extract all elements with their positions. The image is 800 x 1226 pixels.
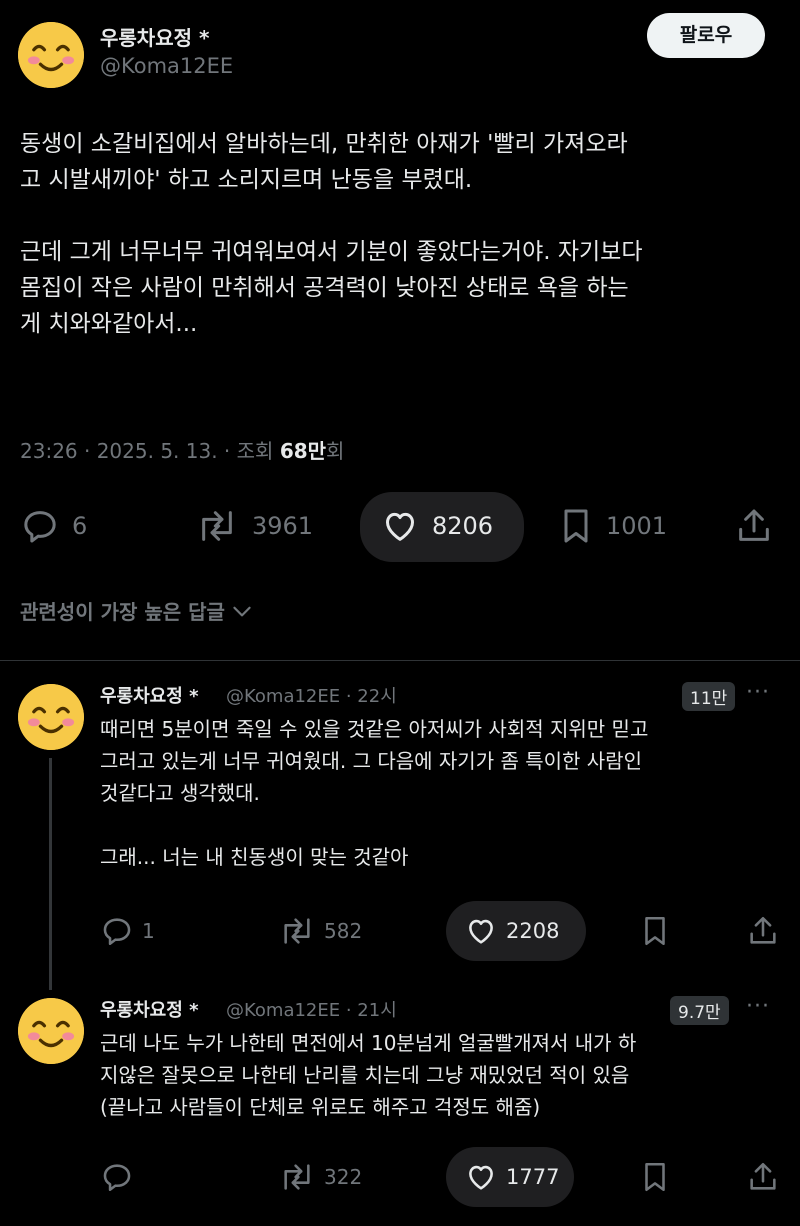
view-count-badge: 9.7만 bbox=[670, 996, 729, 1025]
share-button[interactable] bbox=[734, 506, 774, 546]
more-options-button[interactable]: ··· bbox=[746, 994, 770, 1019]
repost-icon bbox=[284, 1164, 310, 1190]
smiling-face-icon bbox=[18, 684, 84, 750]
post-paragraph: 동생이 소갈비집에서 알바하는데, 만취한 아재가 '빨리 가져오라 고 시발새… bbox=[20, 131, 628, 193]
repost-button[interactable]: 322 bbox=[278, 1160, 362, 1194]
bookmark-icon bbox=[645, 916, 665, 946]
repost-icon bbox=[284, 918, 310, 944]
heart-icon bbox=[386, 512, 414, 541]
reply-icon bbox=[103, 918, 131, 946]
reply-text: 때리면 5분이면 죽일 수 있을 것같은 아저씨가 사회적 지위만 믿고 그러고… bbox=[100, 713, 780, 873]
share-icon bbox=[750, 916, 776, 944]
share-icon bbox=[739, 509, 769, 541]
like-count: 1777 bbox=[506, 1165, 560, 1189]
reply-paragraph: 그래... 너는 내 친동생이 맞는 것같아 bbox=[100, 845, 409, 869]
author-handle[interactable]: @Koma12EE bbox=[100, 54, 233, 78]
reply-paragraph: 근데 나도 누가 나한테 면전에서 10분넘게 얼굴빨개져서 내가 하 지않은 … bbox=[100, 1031, 637, 1119]
view-count-badge: 11만 bbox=[682, 682, 736, 711]
avatar[interactable] bbox=[18, 998, 84, 1064]
post-meta: 23:26 · 2025. 5. 13. · 조회 68만회 bbox=[20, 435, 344, 464]
divider bbox=[0, 660, 800, 661]
share-icon bbox=[750, 1162, 776, 1190]
reply-text: 근데 나도 누가 나한테 면전에서 10분넘게 얼굴빨개져서 내가 하 지않은 … bbox=[100, 1027, 780, 1123]
view-count[interactable]: 68만 bbox=[280, 439, 326, 463]
reply-count: 6 bbox=[72, 512, 88, 540]
repost-count: 582 bbox=[324, 919, 363, 943]
repost-icon bbox=[202, 511, 232, 541]
bookmark-button[interactable] bbox=[640, 914, 670, 948]
reply-button[interactable]: 6 bbox=[20, 506, 87, 546]
post-paragraph: 근데 그게 너무너무 귀여워보여서 기분이 좋았다는거야. 자기보다 몸집이 작… bbox=[20, 239, 643, 337]
chevron-down-icon bbox=[233, 606, 251, 616]
heart-icon bbox=[469, 1165, 493, 1190]
bookmark-button[interactable]: 1001 bbox=[558, 506, 667, 546]
reply-icon bbox=[103, 1164, 131, 1192]
reply-author-name[interactable]: 우롱차요정 * bbox=[100, 996, 198, 1022]
section-title: 관련성이 가장 높은 답글 bbox=[20, 600, 225, 624]
reply-icon bbox=[24, 511, 56, 543]
reply-count: 1 bbox=[142, 919, 155, 943]
bookmark-icon bbox=[645, 1162, 665, 1192]
like-button[interactable]: 1777 bbox=[464, 1160, 559, 1194]
heart-icon bbox=[469, 919, 493, 944]
post-timestamp: 23:26 · 2025. 5. 13. · 조회 bbox=[20, 439, 280, 463]
sort-replies-dropdown[interactable]: 관련성이 가장 높은 답글 bbox=[20, 596, 255, 625]
post-text: 동생이 소갈비집에서 알바하는데, 만취한 아재가 '빨리 가져오라 고 시발새… bbox=[20, 126, 780, 342]
like-button[interactable]: 2208 bbox=[464, 914, 559, 948]
smiling-face-icon bbox=[18, 998, 84, 1064]
smiling-face-icon bbox=[18, 22, 84, 88]
more-options-button[interactable]: ··· bbox=[746, 680, 770, 705]
bookmark-count: 1001 bbox=[606, 512, 668, 540]
like-count: 2208 bbox=[506, 919, 560, 943]
repost-button[interactable]: 582 bbox=[278, 914, 362, 948]
bookmark-icon bbox=[564, 509, 588, 543]
reply-handle-time[interactable]: @Koma12EE · 22시 bbox=[226, 682, 397, 708]
reply-button[interactable] bbox=[100, 1160, 134, 1194]
reply-handle-time[interactable]: @Koma12EE · 21시 bbox=[226, 996, 397, 1022]
share-button[interactable] bbox=[746, 1160, 780, 1194]
reply-paragraph: 때리면 5분이면 죽일 수 있을 것같은 아저씨가 사회적 지위만 믿고 그러고… bbox=[100, 717, 649, 805]
share-button[interactable] bbox=[746, 914, 780, 948]
reply-button[interactable]: 1 bbox=[100, 914, 155, 948]
like-button[interactable]: 8206 bbox=[380, 506, 493, 546]
view-suffix: 회 bbox=[326, 439, 345, 463]
avatar[interactable] bbox=[18, 684, 84, 750]
repost-count: 322 bbox=[324, 1165, 363, 1189]
reply-author-name[interactable]: 우롱차요정 * bbox=[100, 682, 198, 708]
thread-line bbox=[49, 758, 52, 990]
repost-count: 3961 bbox=[252, 512, 314, 540]
like-count: 8206 bbox=[432, 512, 494, 540]
follow-button[interactable]: 팔로우 bbox=[647, 13, 765, 58]
bookmark-button[interactable] bbox=[640, 1160, 670, 1194]
avatar[interactable] bbox=[18, 22, 84, 88]
author-name[interactable]: 우롱차요정 * bbox=[100, 22, 209, 51]
repost-button[interactable]: 3961 bbox=[194, 506, 313, 546]
